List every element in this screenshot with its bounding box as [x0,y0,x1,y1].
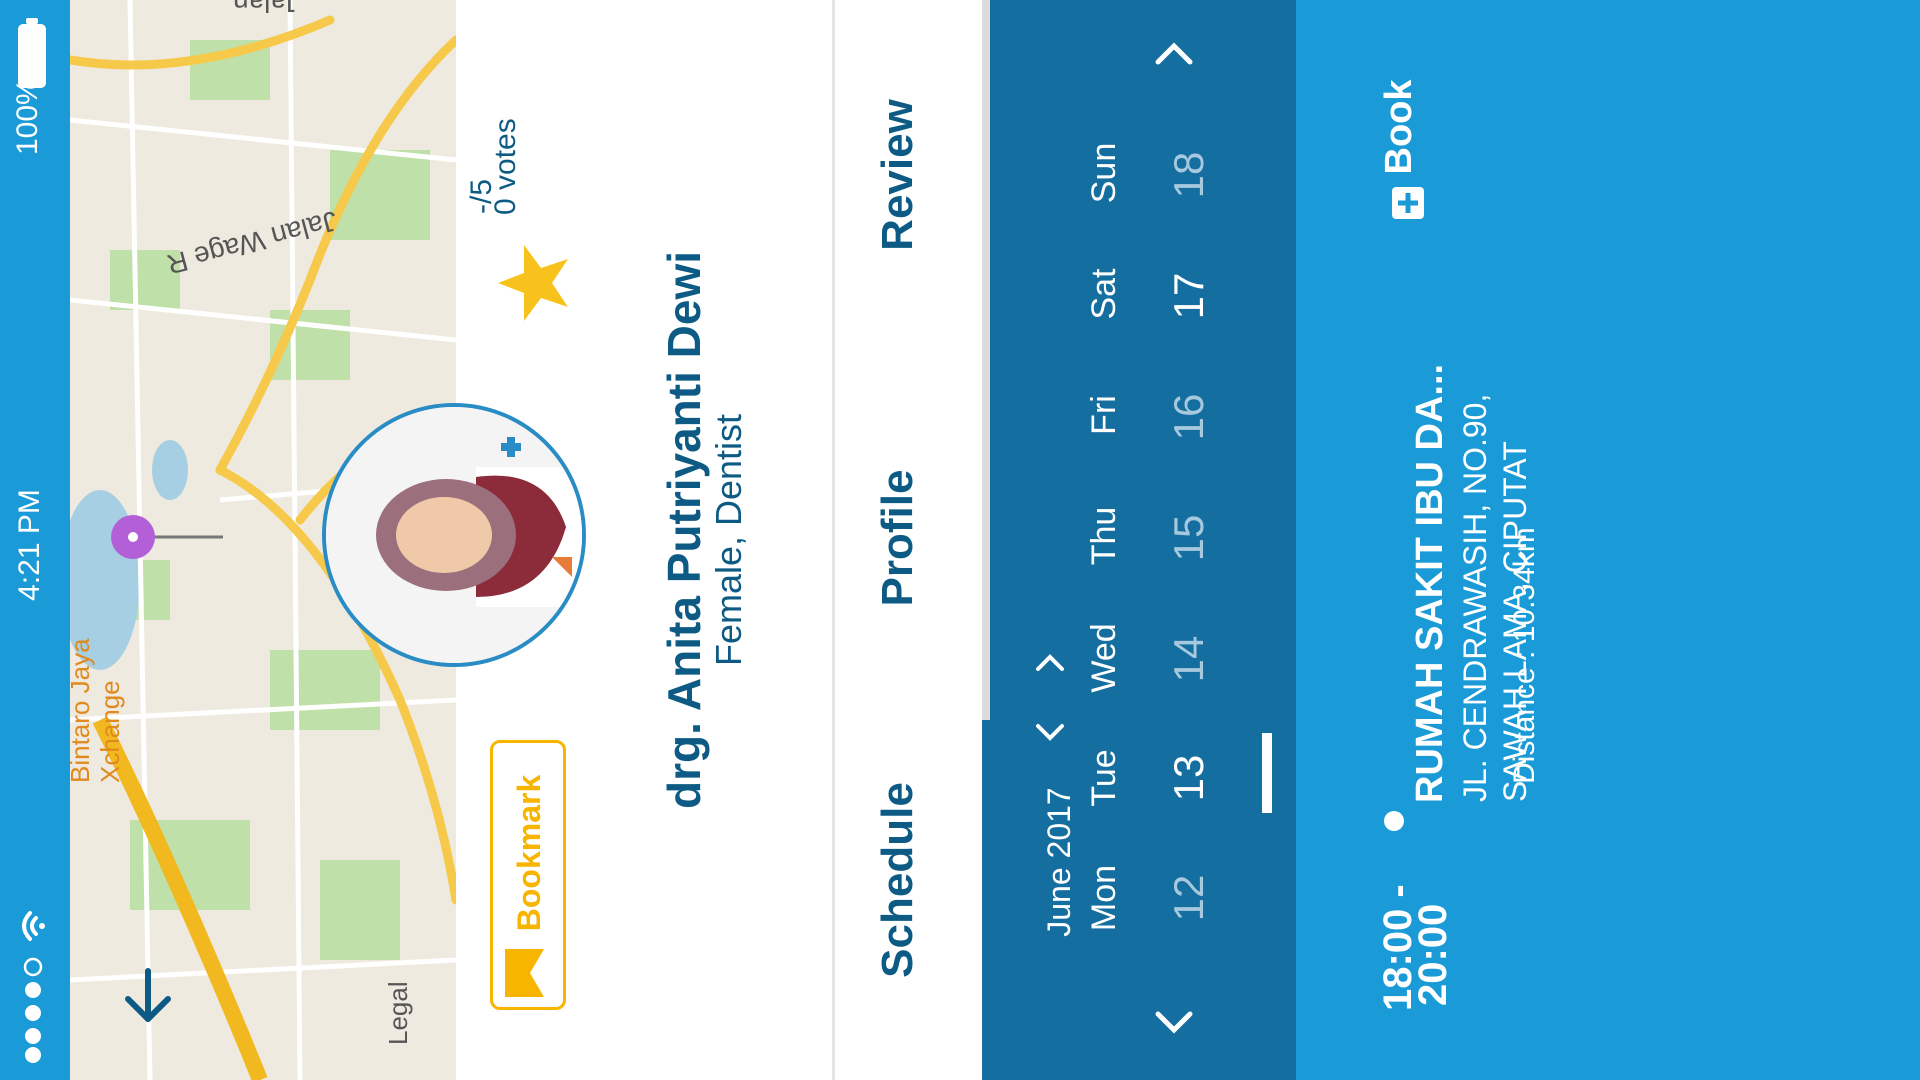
bookmark-label: Bookmark [511,774,547,932]
tab-bar: Review Profile Schedule [832,0,982,1080]
doctor-name: drg. Anita Putriyanti Dewi [658,250,710,810]
map-label-bintaro: Bintaro Jaya [70,638,95,783]
votes: 0 votes [489,118,522,215]
day-name-mon: Mon [1085,864,1123,932]
prev-week-icon[interactable] [1152,1000,1196,1044]
map-label-legal[interactable]: Legal [383,965,415,1045]
chevron-down-icon[interactable] [1030,712,1070,752]
battery-percent: 100% [11,78,44,155]
tab-profile[interactable]: Profile [873,428,926,648]
day-name-tue: Tue [1085,749,1123,807]
wifi-icon [22,911,45,941]
calendar: June 2017 Mon Tue Wed Thu Fri Sat Sun 12… [990,0,1296,1080]
distance: Distance : 10.34km [1508,527,1541,784]
avatar[interactable] [322,403,586,667]
next-week-icon[interactable] [1152,32,1196,76]
tab-indicator [982,720,990,1080]
address-line1: JL. CENDRAWASIH, NO.90, [1457,393,1493,802]
day-num-16[interactable]: 16 [1165,382,1212,452]
selected-day-bar [1262,733,1272,813]
day-num-17[interactable]: 17 [1165,261,1212,331]
map-label-xchange: Xchange [95,680,125,783]
tab-review[interactable]: Review [873,65,926,285]
hospital-name[interactable]: RUMAH SAKIT IBU DA... [1409,364,1451,803]
bookmark-button[interactable]: Bookmark [490,740,566,1010]
day-num-15[interactable]: 15 [1165,503,1212,573]
schedule-bullet [1384,811,1404,831]
day-name-sat: Sat [1085,268,1123,320]
doctor-photo [326,407,582,663]
bookmark-icon [505,949,544,997]
book-button[interactable]: Book [1378,70,1440,230]
doctor-card: -/5 0 votes Bookmark drg. Anita Putriyan… [322,0,832,1080]
schedule-panel: 18:00 - 20:00 RUMAH SAKIT IBU DA... JL. … [1296,0,1920,1080]
signal-dots-icon [23,957,43,1063]
chevron-up-icon[interactable] [1030,643,1070,683]
day-num-14[interactable]: 14 [1165,624,1212,694]
tab-track [982,0,990,720]
clock: 4:21 PM [13,489,46,601]
day-num-18[interactable]: 18 [1165,140,1212,210]
day-name-fri: Fri [1085,395,1123,435]
calendar-month: June 2017 [1041,787,1077,937]
doctor-subtitle: Female, Dentist [708,413,749,667]
status-bar: 100% 4:21 PM [0,0,70,1080]
day-name-sun: Sun [1085,142,1123,204]
plus-icon [1392,187,1424,219]
star-icon [498,245,568,321]
time-end: 20:00 [1411,903,1455,1006]
arrow-down-icon[interactable] [118,965,178,1025]
location-pin-icon [111,515,223,559]
day-num-12[interactable]: 12 [1165,863,1212,933]
day-name-thu: Thu [1085,506,1123,566]
book-label: Book [1378,79,1420,175]
map-label-road-top: Jalan [233,0,300,18]
day-name-wed: Wed [1085,623,1123,693]
day-num-13[interactable]: 13 [1165,743,1212,813]
tab-schedule[interactable]: Schedule [873,770,926,990]
